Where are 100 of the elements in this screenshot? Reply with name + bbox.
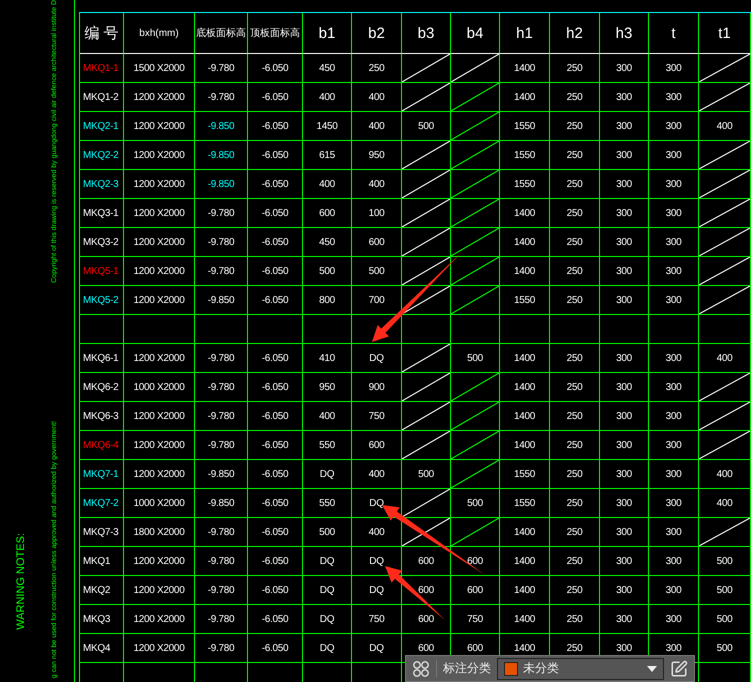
table-cell: 300 <box>616 468 632 480</box>
column-header: b4 <box>451 13 500 54</box>
table-cell: -6.050 <box>262 208 288 218</box>
table-cell: 1200 X2000 <box>134 642 184 654</box>
table-cell: 1400 <box>514 236 536 248</box>
table-cell: 1400 <box>514 584 536 596</box>
table-cell: -6.050 <box>262 62 288 74</box>
table-cell: DQ <box>369 498 384 508</box>
table-cell: 250 <box>566 178 582 190</box>
table-cell: 1200 X2000 <box>134 410 184 422</box>
table-cell: 300 <box>616 556 632 566</box>
table-cell: 250 <box>566 62 582 74</box>
table-cell: 550 <box>319 498 335 508</box>
table-cell: 400 <box>716 120 732 132</box>
table-cell: 300 <box>616 584 632 596</box>
table-cell: -6.050 <box>262 440 288 450</box>
table-cell: 750 <box>368 614 384 624</box>
table-cell: 250 <box>566 382 582 392</box>
table-cell: 300 <box>616 208 632 218</box>
table-cell: 300 <box>666 614 682 624</box>
table-cell: -6.050 <box>262 120 288 132</box>
table-cell: MKQ3-2 <box>83 236 118 248</box>
edit-icon[interactable] <box>670 660 688 678</box>
table-cell: 1400 <box>514 92 536 102</box>
table-cell: 400 <box>716 468 732 480</box>
table-cell: -9.780 <box>208 614 234 624</box>
table-cell: 250 <box>566 120 582 132</box>
column-header: h3 <box>600 13 649 54</box>
table-cell: 1400 <box>514 556 536 566</box>
table-cell: DQ <box>369 352 384 364</box>
table-cell: 1400 <box>514 382 536 392</box>
table-cell: 300 <box>616 440 632 450</box>
table-cell: 500 <box>418 468 434 480</box>
table-cell: 600 <box>418 614 434 624</box>
table-cell: -6.050 <box>262 178 288 190</box>
table-cell: 950 <box>368 150 384 160</box>
table-cell: 1450 <box>316 120 338 132</box>
table-cell: -9.850 <box>208 120 234 132</box>
table-cell: -9.850 <box>208 150 234 160</box>
table-cell: -6.050 <box>262 642 288 654</box>
table-cell: 300 <box>666 642 682 654</box>
table-cell: DQ <box>320 614 334 624</box>
table-cell: 1400 <box>514 526 536 538</box>
table-cell: DQ <box>369 584 384 596</box>
table-cell: MKQ1-1 <box>83 62 118 74</box>
table-cell: -9.780 <box>208 642 234 654</box>
table-cell: -9.780 <box>208 410 234 422</box>
table-cell: DQ <box>369 642 384 654</box>
table-cell: 300 <box>616 498 632 508</box>
column-header: bxh(mm) <box>124 13 195 54</box>
column-header: t <box>649 13 699 54</box>
table-cell: MKQ1-2 <box>83 92 118 102</box>
table-cell: DQ <box>369 556 384 566</box>
table-cell: 1400 <box>514 352 536 364</box>
table-cell: 400 <box>319 178 335 190</box>
category-dropdown[interactable]: 未分类 <box>497 658 664 680</box>
table-cell: 500 <box>467 352 483 364</box>
table-cell: 1200 X2000 <box>134 236 184 248</box>
table-cell: 1200 X2000 <box>134 208 184 218</box>
table-cell: 300 <box>666 352 682 364</box>
table-cell: 250 <box>566 236 582 248</box>
table-cell: 600 <box>368 236 384 248</box>
table-cell: 300 <box>666 468 682 480</box>
table-cell: 250 <box>566 468 582 480</box>
table-cell: MKQ6-3 <box>83 410 118 422</box>
table-cell: -9.780 <box>208 352 234 364</box>
table-cell: 1550 <box>514 468 536 480</box>
table-cell: 1200 X2000 <box>134 150 184 160</box>
table-cell: -6.050 <box>262 410 288 422</box>
table-cell: 250 <box>566 584 582 596</box>
table-cell: 950 <box>319 382 335 392</box>
table-cell: 500 <box>319 526 335 538</box>
table-cell: 300 <box>666 62 682 74</box>
table-cell: -9.850 <box>208 498 234 508</box>
table-cell: 1550 <box>514 498 536 508</box>
table-cell: 250 <box>566 614 582 624</box>
table-cell: 600 <box>418 556 434 566</box>
table-cell: 300 <box>616 62 632 74</box>
table-cell: 400 <box>368 120 384 132</box>
table-cell: MKQ2 <box>83 584 110 596</box>
table-cell: 1400 <box>514 642 536 654</box>
table-cell: 250 <box>566 208 582 218</box>
table-cell: -9.780 <box>208 208 234 218</box>
table-cell: 300 <box>616 410 632 422</box>
column-header: b3 <box>402 13 451 54</box>
table-cell: 250 <box>368 62 384 74</box>
table-cell: 600 <box>467 584 483 596</box>
table-cell: 250 <box>566 526 582 538</box>
table-cell: -6.050 <box>262 584 288 596</box>
table-cell: -9.850 <box>208 178 234 190</box>
table-cell: 300 <box>616 178 632 190</box>
grid-icon[interactable] <box>412 660 430 678</box>
table-cell: -9.780 <box>208 62 234 74</box>
table-cell: 500 <box>418 120 434 132</box>
table-cell: 300 <box>616 266 632 276</box>
table-cell: 600 <box>467 642 483 654</box>
table-cell: -6.050 <box>262 352 288 364</box>
table-cell: -9.780 <box>208 440 234 450</box>
table-cell: 750 <box>368 410 384 422</box>
table-cell: 1200 X2000 <box>134 178 184 190</box>
